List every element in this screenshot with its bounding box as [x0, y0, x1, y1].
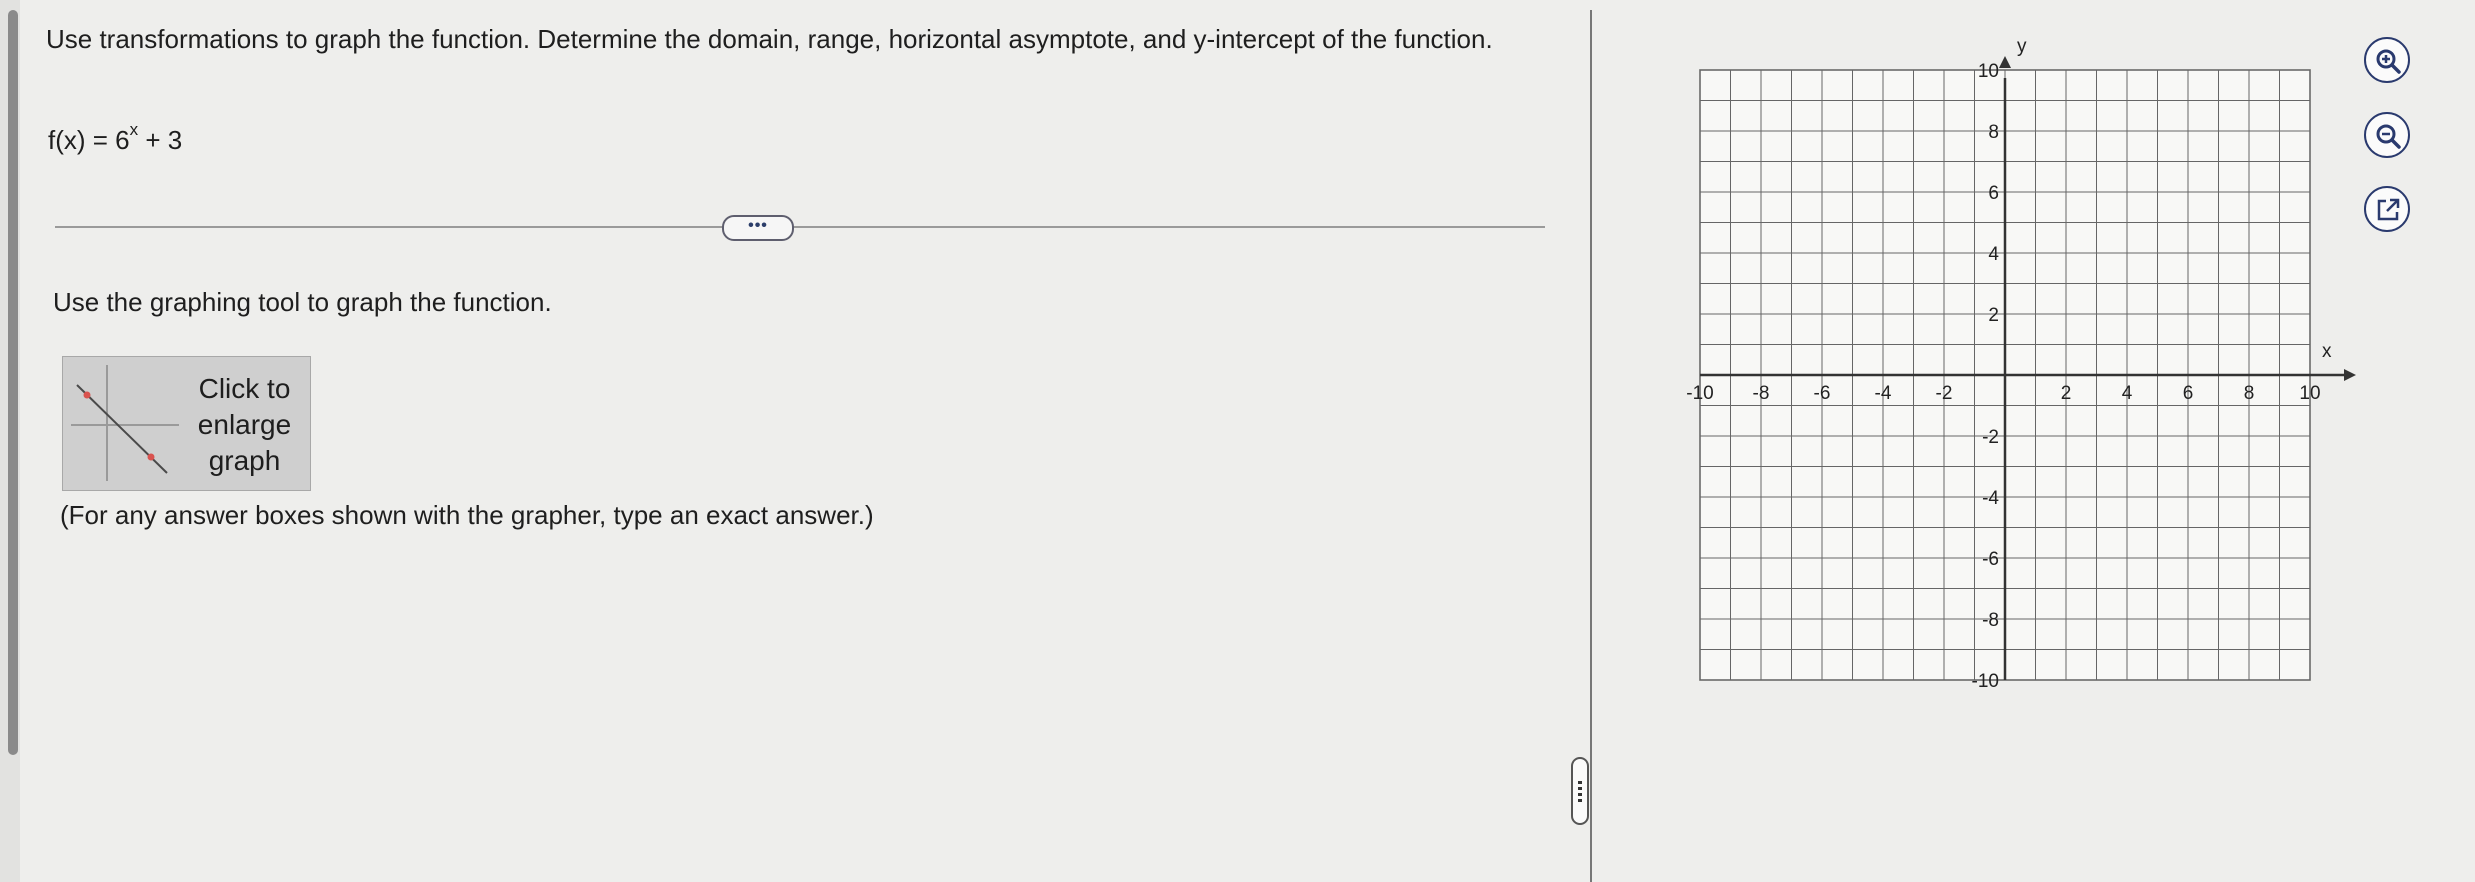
answer-note: (For any answer boxes shown with the gra…	[60, 500, 874, 530]
scrollbar-thumb[interactable]	[8, 10, 18, 755]
x-tick-label: -8	[1753, 383, 1770, 404]
y-tick-label: 2	[1988, 305, 1999, 326]
y-tick-label: 4	[1988, 244, 1999, 265]
coordinate-grid[interactable]: x y -10 -8 -6 -4 -2 2 4 6 8 10 10 8 6 4 2 -2 -4 -6 -8 -10	[1680, 25, 2360, 715]
enlarge-label: Click to enlarge graph	[177, 371, 312, 479]
left-scroll-strip	[0, 0, 20, 882]
zoom-in-icon	[2376, 49, 2401, 74]
x-tick-label: 4	[2122, 383, 2133, 404]
y-tick-label: 10	[1978, 61, 1999, 82]
y-axis-arrow	[1999, 56, 2011, 68]
pane-resize-handle[interactable]	[1571, 757, 1589, 825]
y-tick-label: -6	[1982, 549, 1999, 570]
popout-button[interactable]	[2364, 186, 2410, 232]
x-tick-label: -6	[1814, 383, 1831, 404]
x-tick-label: 10	[2299, 383, 2320, 404]
formula-tail: + 3	[138, 125, 183, 155]
graph-thumbnail-icon	[71, 365, 179, 481]
enlarge-graph-button[interactable]: Click to enlarge graph	[62, 356, 311, 491]
y-tick-label: -2	[1982, 427, 1999, 448]
pane-divider	[1590, 10, 1592, 882]
enlarge-label-line2: enlarge	[197, 409, 292, 440]
function-formula: f(x) = 6x + 3	[48, 121, 183, 156]
y-tick-label: 6	[1988, 183, 1999, 204]
external-link-icon	[2377, 198, 2400, 221]
y-axis-label: y	[2017, 36, 2027, 57]
question-text: Use transformations to graph the functio…	[46, 24, 1493, 54]
y-tick-label: -4	[1982, 488, 1999, 509]
y-tick-label: -10	[1972, 671, 1999, 692]
x-tick-label: -10	[1686, 383, 1713, 404]
expand-more-button[interactable]: •••	[722, 215, 794, 241]
enlarge-label-line1: Click to	[198, 373, 291, 404]
zoom-out-icon	[2376, 124, 2401, 149]
section-divider	[55, 226, 1545, 228]
zoom-out-button[interactable]	[2364, 112, 2410, 158]
y-tick-label: -8	[1982, 610, 1999, 631]
x-axis-label: x	[2322, 341, 2332, 362]
formula-exponent: x	[129, 120, 139, 139]
y-tick-label: 8	[1988, 122, 1999, 143]
enlarge-label-line3: graph	[208, 445, 281, 476]
graphing-instruction: Use the graphing tool to graph the funct…	[53, 287, 552, 317]
formula-base: f(x) = 6	[48, 125, 130, 155]
x-tick-label: 6	[2183, 383, 2194, 404]
zoom-in-button[interactable]	[2364, 37, 2410, 83]
x-tick-label: 2	[2061, 383, 2072, 404]
x-tick-label: -4	[1875, 383, 1892, 404]
x-tick-label: -2	[1936, 383, 1953, 404]
x-tick-label: 8	[2244, 383, 2255, 404]
x-axis-arrow	[2344, 369, 2356, 381]
